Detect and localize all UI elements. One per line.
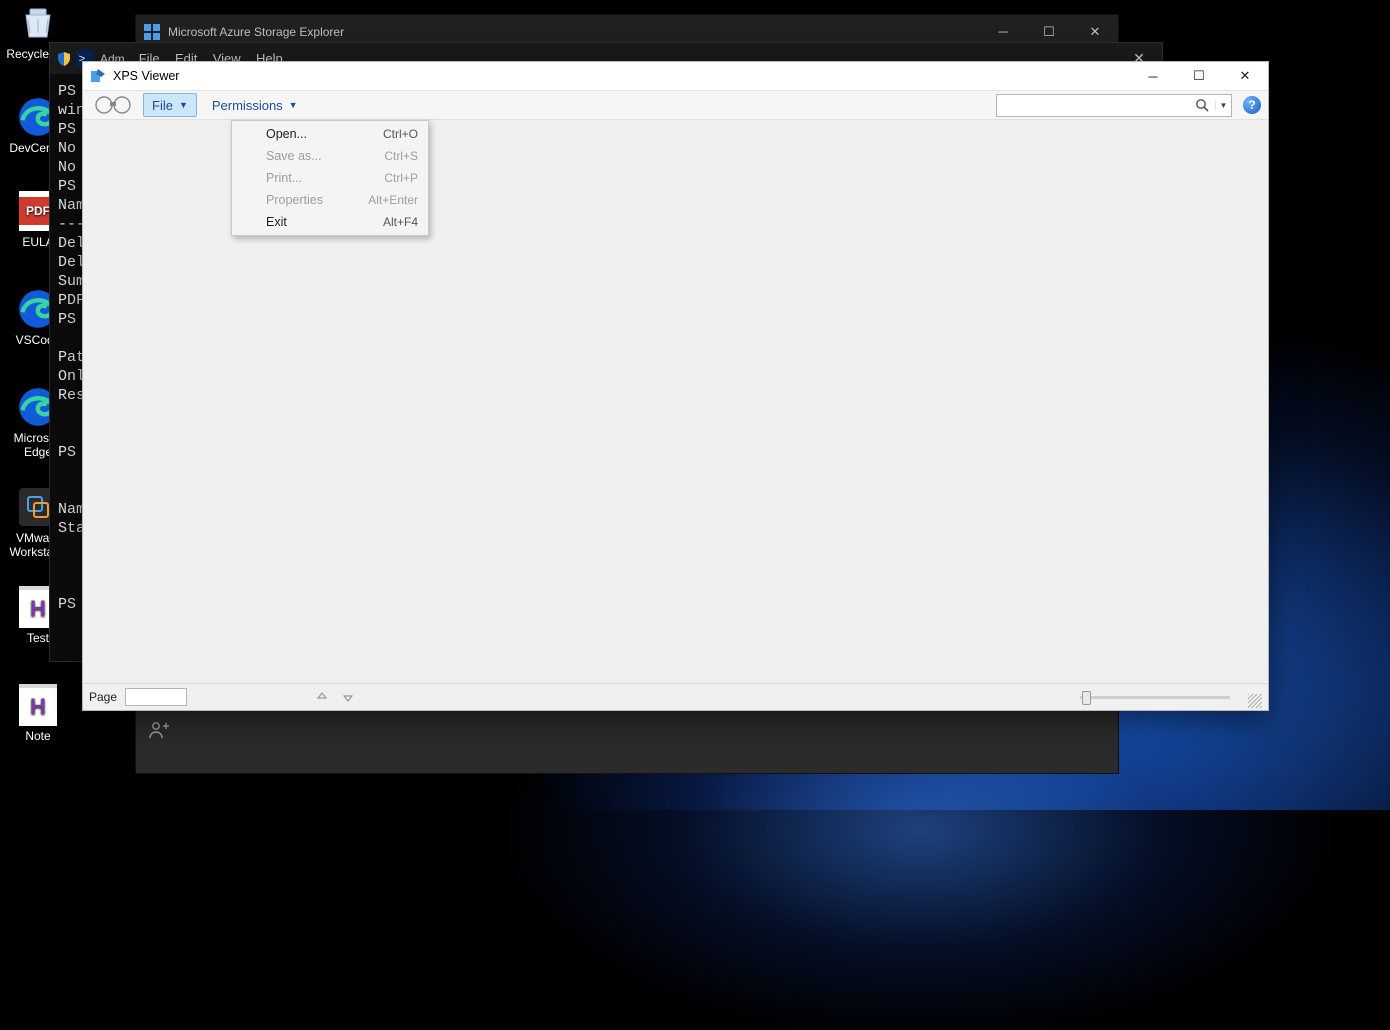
menu-item-shortcut: Ctrl+P [384,171,418,185]
binoculars-icon[interactable] [87,94,139,116]
azure-account-icon[interactable] [136,705,181,755]
azure-title-text: Microsoft Azure Storage Explorer [168,25,344,39]
xps-title-bar[interactable]: XPS Viewer ─ ☐ ✕ [83,62,1268,91]
menu-item-label: Open... [266,127,307,141]
recycle-bin-icon [17,2,59,44]
zoom-slider-track [1080,696,1230,699]
resize-grip[interactable] [1248,694,1262,708]
menu-item-save-as: Save as... Ctrl+S [232,145,428,167]
xps-title-text: XPS Viewer [113,69,179,83]
menu-item-label: Exit [266,215,287,229]
desktop-icon-label: Test [27,631,49,645]
help-icon: ? [1243,96,1261,114]
xps-status-bar: Page [83,683,1268,710]
menu-item-open[interactable]: Open... Ctrl+O [232,123,428,145]
menu-item-shortcut: Alt+F4 [383,215,418,229]
page-up-button[interactable] [313,688,331,706]
xps-maximize-button[interactable]: ☐ [1176,62,1222,91]
permissions-menu-label: Permissions [212,98,283,113]
xps-toolbar: File ▼ Permissions ▼ ▼ ? [83,91,1268,120]
search-icon[interactable] [1189,98,1215,112]
menu-item-label: Print... [266,171,302,185]
search-options-dropdown[interactable]: ▼ [1215,101,1231,110]
page-down-button[interactable] [339,688,357,706]
file-menu-label: File [152,98,173,113]
xps-minimize-button[interactable]: ─ [1130,62,1176,91]
permissions-menu-button[interactable]: Permissions ▼ [203,93,307,117]
zoom-slider-thumb[interactable] [1082,691,1091,705]
search-box[interactable]: ▼ [996,94,1232,117]
menu-item-shortcut: Ctrl+O [383,127,418,141]
menu-item-exit[interactable]: Exit Alt+F4 [232,211,428,233]
menu-item-print: Print... Ctrl+P [232,167,428,189]
menu-item-label: Save as... [266,149,322,163]
help-button[interactable]: ? [1240,93,1264,117]
menu-item-properties: Properties Alt+Enter [232,189,428,211]
desktop-icon-label: Note [25,729,50,743]
xps-viewer-window[interactable]: XPS Viewer ─ ☐ ✕ File ▼ Permissions ▼ ▼ … [82,61,1269,711]
page-number-input[interactable] [125,688,187,706]
chevron-down-icon: ▼ [289,100,298,110]
zoom-slider[interactable] [1080,688,1230,706]
page-label: Page [89,690,117,704]
menu-item-shortcut: Alt+Enter [368,193,418,207]
menu-item-shortcut: Ctrl+S [384,149,418,163]
chevron-down-icon: ▼ [179,100,188,110]
xps-app-icon [89,67,107,85]
azure-app-icon [144,24,160,40]
search-input[interactable] [997,98,1189,112]
shield-icon [56,51,72,67]
desktop-icon-note[interactable]: H Note [2,684,74,743]
file-dropdown-menu: Open... Ctrl+O Save as... Ctrl+S Print..… [231,120,429,236]
h-file-icon: H [17,684,59,726]
menu-item-label: Properties [266,193,323,207]
xps-close-button[interactable]: ✕ [1222,62,1268,91]
file-menu-button[interactable]: File ▼ [143,93,197,117]
